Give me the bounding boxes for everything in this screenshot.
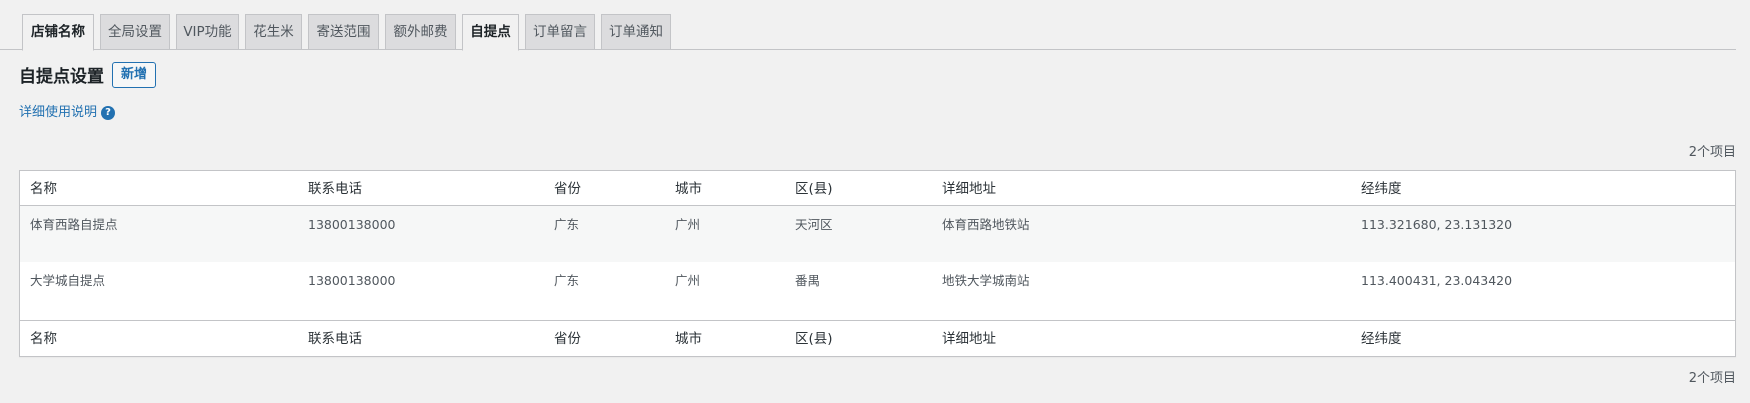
cell-province: 广东 — [554, 273, 580, 288]
column-footer-city: 城市 — [675, 331, 702, 347]
cell-coordinates: 113.321680, 23.131320 — [1361, 217, 1513, 232]
cell-phone: 13800138000 — [308, 273, 396, 288]
cell-district: 番禺 — [795, 273, 821, 288]
tab-vip[interactable]: VIP功能 — [176, 14, 239, 50]
cell-province: 广东 — [554, 217, 580, 232]
cell-district: 天河区 — [795, 217, 833, 232]
cell-city: 广州 — [675, 273, 701, 288]
column-footer-coordinates: 经纬度 — [1361, 331, 1402, 347]
column-header-name: 名称 — [30, 181, 57, 197]
item-count-bottom: 2个项目 — [1688, 371, 1736, 386]
column-footer-district: 区(县) — [795, 331, 833, 347]
table-footer-row: 名称 联系电话 省份 城市 区(县) 详细地址 经纬度 — [20, 320, 1735, 356]
table-header-row: 名称 联系电话 省份 城市 区(县) 详细地址 经纬度 — [20, 171, 1735, 206]
column-footer-province: 省份 — [554, 331, 581, 347]
tab-store-name[interactable]: 店铺名称 — [22, 14, 94, 51]
settings-tabs: 店铺名称 全局设置 VIP功能 花生米 寄送范围 额外邮费 自提点 订单留言 订… — [0, 0, 1736, 51]
cell-address: 地铁大学城南站 — [942, 273, 1030, 288]
table-row[interactable]: 大学城自提点 13800138000 广东 广州 番禺 地铁大学城南站 113.… — [20, 262, 1735, 318]
cell-city: 广州 — [675, 217, 701, 232]
column-header-province: 省份 — [554, 181, 581, 197]
column-footer-phone: 联系电话 — [308, 331, 362, 347]
add-new-button[interactable]: 新增 — [112, 62, 156, 88]
tab-peanut[interactable]: 花生米 — [245, 14, 302, 50]
tab-order-notifications[interactable]: 订单通知 — [601, 14, 671, 50]
column-footer-name: 名称 — [30, 331, 57, 347]
question-icon[interactable]: ? — [101, 106, 116, 120]
cell-coordinates: 113.400431, 23.043420 — [1361, 273, 1513, 288]
tab-global-settings[interactable]: 全局设置 — [100, 14, 170, 50]
tab-pickup-points[interactable]: 自提点 — [462, 14, 519, 51]
item-count-top: 2个项目 — [1688, 145, 1736, 160]
column-header-phone: 联系电话 — [308, 181, 362, 197]
column-footer-address: 详细地址 — [942, 331, 996, 347]
column-header-city: 城市 — [675, 181, 702, 197]
column-header-district: 区(县) — [795, 181, 833, 197]
pickup-points-table: 名称 联系电话 省份 城市 区(县) 详细地址 经纬度 体育西路自提点 1380… — [19, 170, 1736, 357]
page-title: 自提点设置 — [19, 67, 104, 87]
cell-name: 体育西路自提点 — [30, 217, 118, 232]
cell-address: 体育西路地铁站 — [942, 217, 1030, 232]
help-link-label[interactable]: 详细使用说明 — [19, 104, 97, 122]
table-row[interactable]: 体育西路自提点 13800138000 广东 广州 天河区 体育西路地铁站 11… — [20, 206, 1735, 262]
cell-phone: 13800138000 — [308, 217, 396, 232]
tab-order-notes[interactable]: 订单留言 — [525, 14, 595, 50]
cell-name: 大学城自提点 — [30, 273, 106, 288]
column-header-address: 详细地址 — [942, 181, 996, 197]
tab-extra-postage[interactable]: 额外邮费 — [385, 14, 456, 50]
help-link[interactable]: 详细使用说明 ? — [19, 104, 116, 122]
column-header-coordinates: 经纬度 — [1361, 181, 1402, 197]
tab-shipping-range[interactable]: 寄送范围 — [308, 14, 379, 50]
